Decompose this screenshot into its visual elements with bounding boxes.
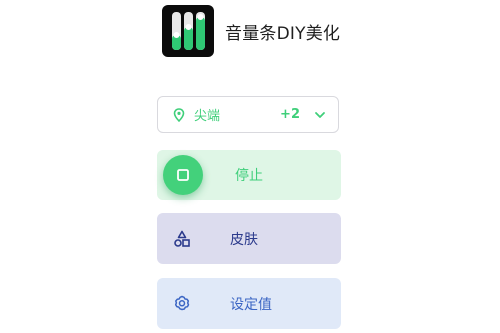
gear-icon [174, 295, 190, 310]
skin-label: 皮肤 [230, 231, 258, 248]
stop-label: 停止 [235, 168, 263, 184]
location-pin-icon [173, 107, 185, 122]
stop-fab[interactable] [163, 155, 203, 195]
selector-label: 尖端 [194, 109, 221, 124]
selector-count: +2 [280, 107, 300, 122]
app-header: 音量条DIY美化 [162, 5, 340, 57]
app-title: 音量条DIY美化 [225, 23, 341, 44]
shapes-icon [174, 230, 190, 247]
style-selector[interactable]: 尖端 +2 [157, 96, 339, 133]
chevron-down-icon[interactable] [314, 109, 326, 121]
volume-sliders-app-icon [162, 5, 214, 57]
stop-button[interactable]: 停止 [157, 150, 341, 200]
skin-button[interactable]: 皮肤 [157, 213, 341, 264]
settings-button[interactable]: 设定值 [157, 278, 341, 329]
settings-label: 设定值 [230, 296, 272, 313]
stop-square-icon [177, 169, 189, 181]
